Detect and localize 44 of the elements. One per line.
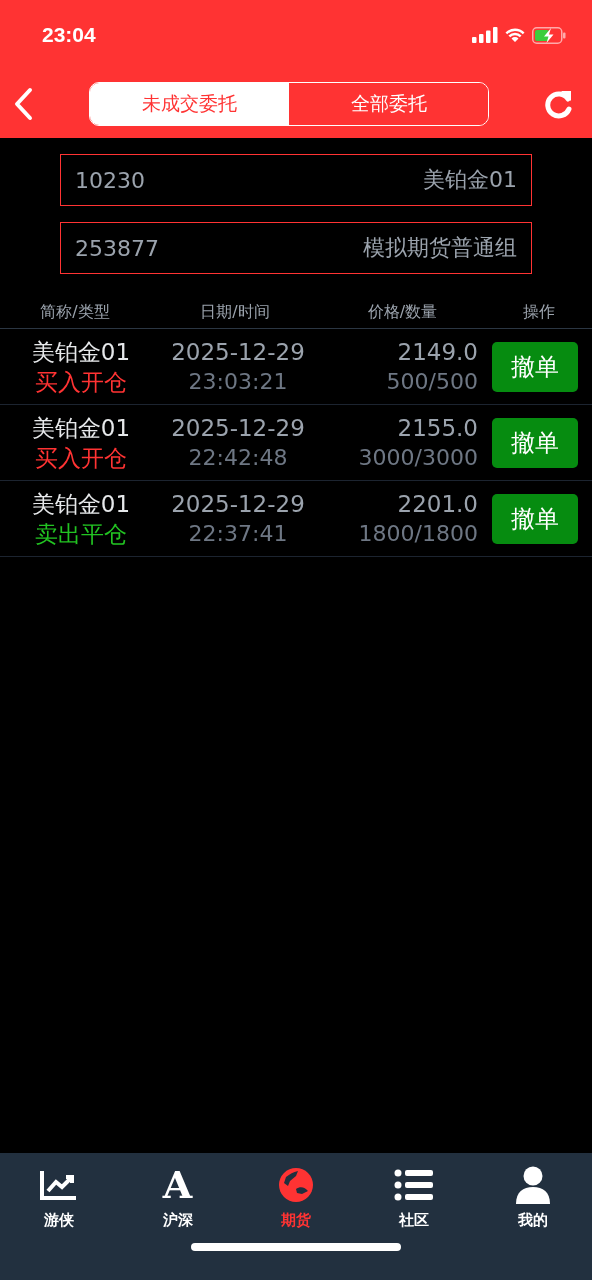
signal-icon xyxy=(472,27,498,43)
order-time: 22:42:48 xyxy=(188,443,288,472)
cancel-order-button[interactable]: 撤单 xyxy=(492,493,578,544)
order-date: 2025-12-29 xyxy=(171,337,305,367)
order-time: 22:37:41 xyxy=(188,519,288,548)
cancel-order-button[interactable]: 撤单 xyxy=(492,417,578,468)
wifi-icon xyxy=(504,27,526,43)
segment-tab[interactable]: 未成交委托 xyxy=(90,83,289,125)
order-quantity: 500/500 xyxy=(386,367,478,396)
tab-bar-item[interactable]: 我的 xyxy=(473,1165,592,1229)
order-price: 2149.0 xyxy=(397,337,478,367)
info-field[interactable]: 10230 美铂金01 xyxy=(60,154,532,206)
globe-icon xyxy=(278,1167,314,1203)
contract-name: 美铂金01 xyxy=(31,489,131,519)
order-price: 2155.0 xyxy=(397,413,478,443)
order-quantity: 1800/1800 xyxy=(358,519,478,548)
order-quantity: 3000/3000 xyxy=(358,443,478,472)
cancel-order-button[interactable]: 撤单 xyxy=(492,341,578,392)
column-header: 日期/时间 xyxy=(199,301,271,323)
tab-bar-item[interactable]: A 沪深 xyxy=(118,1165,237,1229)
refresh-icon[interactable] xyxy=(544,89,574,119)
order-date: 2025-12-29 xyxy=(171,413,305,443)
order-type: 卖出平仓 xyxy=(35,519,127,549)
battery-icon xyxy=(532,26,566,44)
order-type: 买入开仓 xyxy=(35,443,127,473)
column-header: 价格/数量 xyxy=(366,301,439,323)
order-price: 2201.0 xyxy=(397,489,478,519)
status-time: 23:04 xyxy=(42,23,96,47)
back-icon[interactable] xyxy=(12,87,34,121)
contract-name: 美铂金01 xyxy=(31,337,131,367)
chart-icon xyxy=(40,1169,79,1201)
tab-bar-item[interactable]: 游侠 xyxy=(0,1165,119,1229)
column-header: 操作 xyxy=(521,301,556,323)
order-time: 23:03:21 xyxy=(188,367,288,396)
order-date: 2025-12-29 xyxy=(171,489,305,519)
column-header: 简称/类型 xyxy=(39,301,111,323)
list-icon xyxy=(394,1169,435,1201)
contract-name: 美铂金01 xyxy=(31,413,131,443)
order-type: 买入开仓 xyxy=(35,367,127,397)
person-icon xyxy=(514,1166,551,1204)
letter-icon: A xyxy=(162,1165,193,1205)
info-field[interactable]: 253877 模拟期货普通组 xyxy=(60,222,532,274)
tab-bar-item[interactable]: 社区 xyxy=(355,1165,474,1229)
tab-bar-item[interactable]: 期货 xyxy=(236,1165,356,1229)
